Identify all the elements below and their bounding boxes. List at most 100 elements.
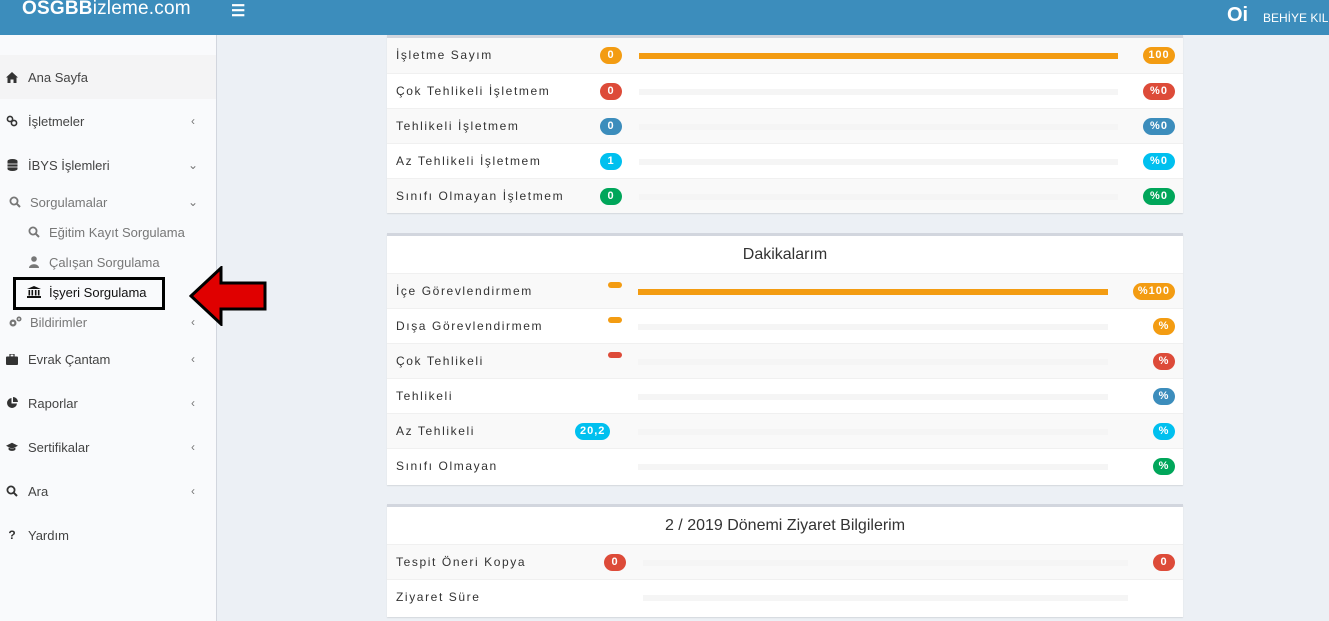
chevron-left-icon: ‹: [191, 352, 195, 366]
chevron-left-icon: ‹: [191, 114, 195, 128]
sidebar-item-evrak-cantam[interactable]: Evrak Çantam ‹: [0, 337, 216, 381]
count-badge: 0: [1153, 554, 1175, 571]
percent-badge: %: [1153, 423, 1175, 440]
sidebar-item-sertifikalar[interactable]: Sertifikalar ‹: [0, 425, 216, 469]
table-row: İşletme Sayım 0 100: [387, 38, 1183, 73]
percent-badge: %: [1153, 458, 1175, 475]
chevron-down-icon: ⌄: [187, 195, 199, 209]
count-badge: 0: [600, 83, 622, 100]
progress-bar: [638, 359, 1108, 365]
briefcase-icon: [6, 353, 18, 365]
search-icon: [8, 196, 22, 208]
row-label: Dışa Görevlendirmem: [396, 319, 544, 333]
row-label: Tehlikeli: [396, 389, 454, 403]
progress-bar: [638, 324, 1108, 330]
table-row: Sınıfı Olmayan İşletmem 0 %0: [387, 178, 1183, 213]
progress-bar: [639, 124, 1118, 130]
table-row: Az Tehlikeli 20,2%: [387, 413, 1183, 448]
mini-bar: [608, 352, 622, 358]
app-logo[interactable]: OSGBBizleme.com: [22, 0, 191, 20]
row-label: Çok Tehlikeli: [396, 354, 484, 368]
percent-badge: %0: [1143, 83, 1175, 100]
progress-bar: [638, 394, 1108, 400]
sidebar-item-ara[interactable]: Ara ‹: [0, 469, 216, 513]
progress-bar: [639, 159, 1118, 165]
percent-badge: 100: [1143, 47, 1175, 64]
table-row: Ziyaret Süre: [387, 579, 1183, 614]
count-badge: 0: [600, 188, 622, 205]
user-name: BEHİYE KILI: [1263, 10, 1329, 25]
business-count-panel: İşletme Sayım 0 100 Çok Tehlikeli İşletmem 0…: [387, 35, 1183, 213]
chevron-down-icon: ⌄: [187, 158, 199, 172]
table-row: Sınıfı Olmayan%: [387, 448, 1183, 483]
table-row: İçe Görevlendirmem %100: [387, 273, 1183, 308]
percent-badge: %0: [1143, 153, 1175, 170]
visit-info-panel: 2 / 2019 Dönemi Ziyaret Bilgilerim Tespi…: [387, 504, 1183, 617]
row-label: Ziyaret Süre: [396, 590, 481, 604]
progress-bar: [643, 560, 1128, 566]
red-arrow-icon: [189, 266, 267, 326]
sidebar-item-isletmeler[interactable]: İşletmeler ‹: [0, 99, 216, 143]
minutes-panel: Dakikalarım İçe Görevlendirmem %100 Dışa G…: [387, 233, 1183, 485]
row-label: Az Tehlikeli İşletmem: [396, 154, 542, 168]
search-icon: [6, 485, 18, 497]
count-badge: 0: [600, 47, 622, 64]
progress-fill: [639, 53, 1118, 59]
progress-bar: [643, 595, 1128, 601]
percent-badge: %100: [1132, 283, 1175, 300]
table-row: Tehlikeli İşletmem 0 %0: [387, 108, 1183, 143]
progress-bar: [639, 53, 1118, 59]
panel-title: Dakikalarım: [742, 245, 828, 263]
top-navbar: OSGBBizleme.com ☰ Oi BEHİYE KILI: [0, 0, 1329, 35]
sidebar-item-calisan-sorgulama[interactable]: Çalışan Sorgulama: [0, 247, 216, 277]
user-avatar-logo: Oi: [1227, 3, 1249, 26]
panel-title: 2 / 2019 Dönemi Ziyaret Bilgilerim: [664, 516, 906, 534]
sidebar-item-egitim-kayit-sorgulama[interactable]: Eğitim Kayıt Sorgulama: [0, 217, 216, 247]
chevron-left-icon: ‹: [191, 484, 195, 498]
table-row: Dışa Görevlendirmem%: [387, 308, 1183, 343]
sidebar-item-yardim[interactable]: ? Yardım: [0, 513, 216, 557]
count-badge: 1: [600, 153, 622, 170]
progress-bar: [639, 194, 1118, 200]
progress-bar: [638, 464, 1108, 470]
progress-fill: [638, 289, 1108, 295]
sidebar-item-ana-sayfa[interactable]: Ana Sayfa: [0, 55, 216, 99]
database-icon: [6, 159, 18, 171]
table-row: Az Tehlikeli İşletmem 1 %0: [387, 143, 1183, 178]
row-label: Sınıfı Olmayan: [396, 459, 498, 473]
table-row: Tehlikeli%: [387, 378, 1183, 413]
row-label: Çok Tehlikeli İşletmem: [396, 84, 551, 98]
table-row: Çok Tehlikeli%: [387, 343, 1183, 378]
progress-bar: [638, 289, 1108, 295]
row-label: Tespit Öneri Kopya: [396, 555, 527, 569]
percent-badge: %0: [1143, 118, 1175, 135]
table-row: Çok Tehlikeli İşletmem 0 %0: [387, 73, 1183, 108]
progress-bar: [639, 89, 1118, 95]
sidebar-item-sorgulamalar[interactable]: Sorgulamalar ⌄: [0, 187, 216, 217]
chevron-left-icon: ‹: [191, 396, 195, 410]
percent-badge: %0: [1143, 188, 1175, 205]
graduation-cap-icon: [6, 442, 18, 452]
question-icon: ?: [8, 528, 16, 542]
row-label: İşletme Sayım: [396, 48, 493, 62]
percent-badge: %: [1153, 353, 1175, 370]
count-badge: 0: [604, 554, 626, 571]
count-badge: 0: [600, 118, 622, 135]
hamburger-icon[interactable]: ☰: [231, 1, 245, 21]
user-icon: [27, 256, 41, 268]
user-menu[interactable]: Oi BEHİYE KILI: [1227, 0, 1329, 35]
table-row: Tespit Öneri Kopya 0 0: [387, 544, 1183, 579]
row-label: Sınıfı Olmayan İşletmem: [396, 189, 565, 203]
sidebar-item-ibys-islemleri[interactable]: İBYS İşlemleri ⌄: [0, 143, 216, 187]
mini-bar: [608, 317, 622, 323]
home-icon: [6, 71, 18, 83]
row-label: Az Tehlikeli: [396, 424, 476, 438]
sidebar: Ana Sayfa İşletmeler ‹ İBYS İşlemleri ⌄ …: [0, 35, 217, 621]
row-label: İçe Görevlendirmem: [396, 284, 533, 298]
percent-badge: %: [1153, 388, 1175, 405]
progress-bar: [638, 429, 1108, 435]
search-icon: [27, 226, 41, 238]
sidebar-item-raporlar[interactable]: Raporlar ‹: [0, 381, 216, 425]
highlight-box: [13, 277, 165, 310]
sidebar-item-bildirimler[interactable]: Bildirimler ‹: [0, 307, 216, 337]
